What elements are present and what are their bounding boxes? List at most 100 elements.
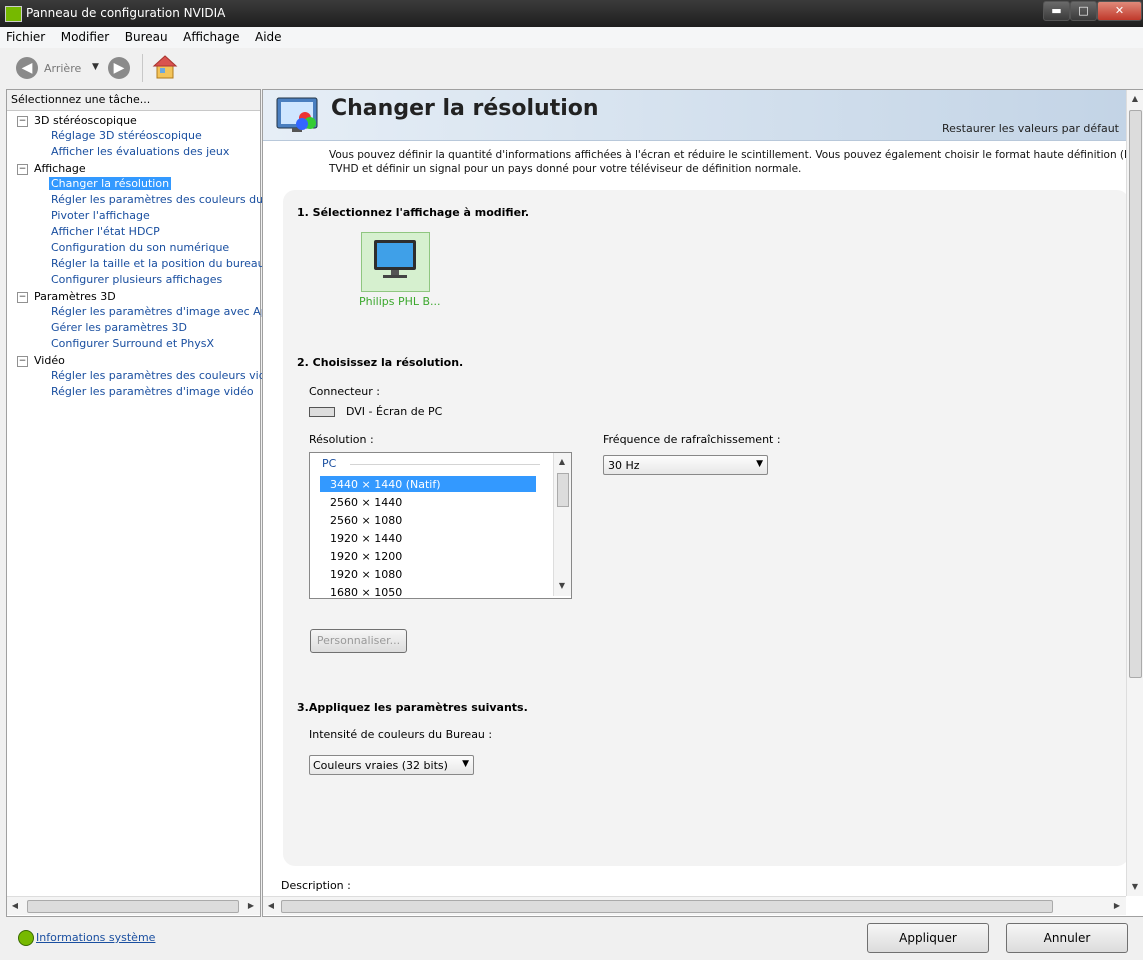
scroll-thumb[interactable] <box>27 900 239 913</box>
footer-bar: Informations système Appliquer Annuler <box>0 918 1143 960</box>
system-info-icon[interactable] <box>18 930 34 946</box>
menu-fichier[interactable]: Fichier <box>0 27 51 44</box>
monitor-icon <box>374 240 416 278</box>
scroll-up-icon[interactable]: ▲ <box>554 457 570 466</box>
content-panel: Changer la résolution Restaurer les vale… <box>262 89 1143 917</box>
home-icon[interactable] <box>152 54 178 83</box>
scroll-thumb[interactable] <box>1129 110 1142 678</box>
resolution-option[interactable]: 1680 × 1050 <box>330 586 402 596</box>
refresh-rate-label: Fréquence de rafraîchissement : <box>603 433 781 446</box>
resolution-option[interactable]: 3440 × 1440 (Natif) <box>330 478 441 491</box>
scroll-left-icon[interactable]: ◀ <box>263 901 279 910</box>
history-dropdown-icon[interactable]: ▼ <box>92 62 99 72</box>
tree-category-video[interactable]: Vidéo <box>34 354 65 367</box>
task-tree-hscrollbar[interactable]: ◀ ▶ <box>7 896 260 915</box>
resolution-option[interactable]: 2560 × 1440 <box>330 496 402 509</box>
collapse-icon[interactable]: − <box>17 164 28 175</box>
scroll-right-icon[interactable]: ▶ <box>1109 901 1125 910</box>
resolution-option[interactable]: 1920 × 1200 <box>330 550 402 563</box>
tree-item-video-image[interactable]: Régler les paramètres d'image vidéo <box>51 385 254 398</box>
scroll-down-icon[interactable]: ▼ <box>1127 882 1143 891</box>
scroll-up-icon[interactable]: ▲ <box>1127 94 1143 103</box>
description-label: Description : <box>281 879 351 892</box>
display-name[interactable]: Philips PHL B... <box>359 295 441 308</box>
menu-affichage[interactable]: Affichage <box>177 27 245 44</box>
window-title: Panneau de configuration NVIDIA <box>26 6 226 20</box>
back-arrow-icon[interactable]: ◀ <box>16 57 38 79</box>
tree-item-game-ratings[interactable]: Afficher les évaluations des jeux <box>51 145 229 158</box>
dvi-connector-icon <box>309 407 335 417</box>
scroll-right-icon[interactable]: ▶ <box>243 901 259 910</box>
task-tree-header: Sélectionnez une tâche... <box>7 90 260 111</box>
scroll-thumb[interactable] <box>281 900 1053 913</box>
step1-heading: 1. Sélectionnez l'affichage à modifier. <box>297 206 530 219</box>
refresh-rate-value: 30 Hz <box>608 459 640 472</box>
menu-modifier[interactable]: Modifier <box>55 27 116 44</box>
step3-heading: 3.Appliquez les paramètres suivants. <box>297 701 528 714</box>
tree-item-surround-physx[interactable]: Configurer Surround et PhysX <box>51 337 214 350</box>
resolution-option[interactable]: 1920 × 1080 <box>330 568 402 581</box>
tree-item-digital-audio[interactable]: Configuration du son numérique <box>51 241 229 254</box>
tree-category-3d-settings[interactable]: Paramètres 3D <box>34 290 116 303</box>
resolution-group-label: PC <box>322 457 337 470</box>
resolution-listbox[interactable]: PC 3440 × 1440 (Natif) 2560 × 1440 2560 … <box>309 452 572 599</box>
tree-item-multiple-displays[interactable]: Configurer plusieurs affichages <box>51 273 222 286</box>
scroll-down-icon[interactable]: ▼ <box>554 581 570 590</box>
tree-item-rotate-display[interactable]: Pivoter l'affichage <box>51 209 150 222</box>
group-divider <box>350 464 540 465</box>
tree-item-change-resolution[interactable]: Changer la résolution <box>49 177 172 190</box>
collapse-icon[interactable]: − <box>17 292 28 303</box>
apply-button[interactable]: Appliquer <box>867 923 989 953</box>
chevron-down-icon: ▼ <box>756 459 763 469</box>
tree-item-desktop-size[interactable]: Régler la taille et la position du burea… <box>51 257 265 270</box>
menu-aide[interactable]: Aide <box>249 27 288 44</box>
display-settings-icon <box>275 96 323 139</box>
close-button[interactable]: ✕ <box>1097 1 1142 21</box>
nvidia-app-icon <box>5 6 22 22</box>
page-title: Changer la résolution <box>331 96 599 121</box>
resolution-scrollbar[interactable]: ▲ ▼ <box>553 453 571 596</box>
toolbar-divider <box>142 54 143 82</box>
restore-defaults-link[interactable]: Restaurer les valeurs par défaut <box>942 122 1119 135</box>
resolution-label: Résolution : <box>309 433 374 446</box>
toolbar: ◀ Arrière ▼ ▶ <box>0 48 1143 88</box>
system-info-link[interactable]: Informations système <box>36 931 155 944</box>
menu-bar: Fichier Modifier Bureau Affichage Aide <box>0 27 1143 49</box>
resolution-option[interactable]: 1920 × 1440 <box>330 532 402 545</box>
forward-arrow-icon[interactable]: ▶ <box>108 57 130 79</box>
page-banner: Changer la résolution Restaurer les vale… <box>263 90 1127 141</box>
tree-item-video-colors[interactable]: Régler les paramètres des couleurs vidéo <box>51 369 279 382</box>
tree-item-image-preview[interactable]: Régler les paramètres d'image avec Aperç… <box>51 305 292 318</box>
tree-category-3d-stereo[interactable]: 3D stéréoscopique <box>34 114 137 127</box>
intro-line-1: Vous pouvez définir la quantité d'inform… <box>329 149 1129 161</box>
task-tree-panel: Sélectionnez une tâche... − 3D stéréosco… <box>6 89 292 917</box>
tree-category-display[interactable]: Affichage <box>34 162 86 175</box>
cancel-button[interactable]: Annuler <box>1006 923 1128 953</box>
tree-item-desktop-colors[interactable]: Régler les paramètres des couleurs du bu… <box>51 193 292 206</box>
tree-item-hdcp-status[interactable]: Afficher l'état HDCP <box>51 225 160 238</box>
tree-item-stereo-setup[interactable]: Réglage 3D stéréoscopique <box>51 129 202 142</box>
connector-label: Connecteur : <box>309 385 380 398</box>
content-vscrollbar[interactable]: ▲ ▼ <box>1126 90 1143 896</box>
page-intro: Vous pouvez définir la quantité d'inform… <box>329 148 1129 176</box>
maximize-button[interactable]: □ <box>1070 1 1097 21</box>
resolution-option[interactable]: 2560 × 1080 <box>330 514 402 527</box>
refresh-rate-dropdown[interactable]: 30 Hz ▼ <box>603 455 768 475</box>
color-depth-label: Intensité de couleurs du Bureau : <box>309 728 493 741</box>
tree-item-manage-3d[interactable]: Gérer les paramètres 3D <box>51 321 187 334</box>
customize-button[interactable]: Personnaliser... <box>310 629 407 653</box>
minimize-button[interactable]: ▬ <box>1043 1 1070 21</box>
color-depth-dropdown[interactable]: Couleurs vraies (32 bits) ▼ <box>309 755 474 775</box>
scroll-thumb[interactable] <box>557 473 569 507</box>
connector-value: DVI - Écran de PC <box>346 405 443 418</box>
collapse-icon[interactable]: − <box>17 116 28 127</box>
menu-bureau[interactable]: Bureau <box>119 27 174 44</box>
color-depth-value: Couleurs vraies (32 bits) <box>313 759 448 772</box>
title-bar: Panneau de configuration NVIDIA ▬ □ ✕ <box>0 0 1143 27</box>
collapse-icon[interactable]: − <box>17 356 28 367</box>
display-selector[interactable] <box>361 232 430 292</box>
content-hscrollbar[interactable]: ◀ ▶ <box>263 896 1126 915</box>
scroll-left-icon[interactable]: ◀ <box>7 901 23 910</box>
intro-line-2: TVHD et définir un signal pour un pays d… <box>329 163 802 175</box>
back-label[interactable]: Arrière <box>44 62 81 75</box>
